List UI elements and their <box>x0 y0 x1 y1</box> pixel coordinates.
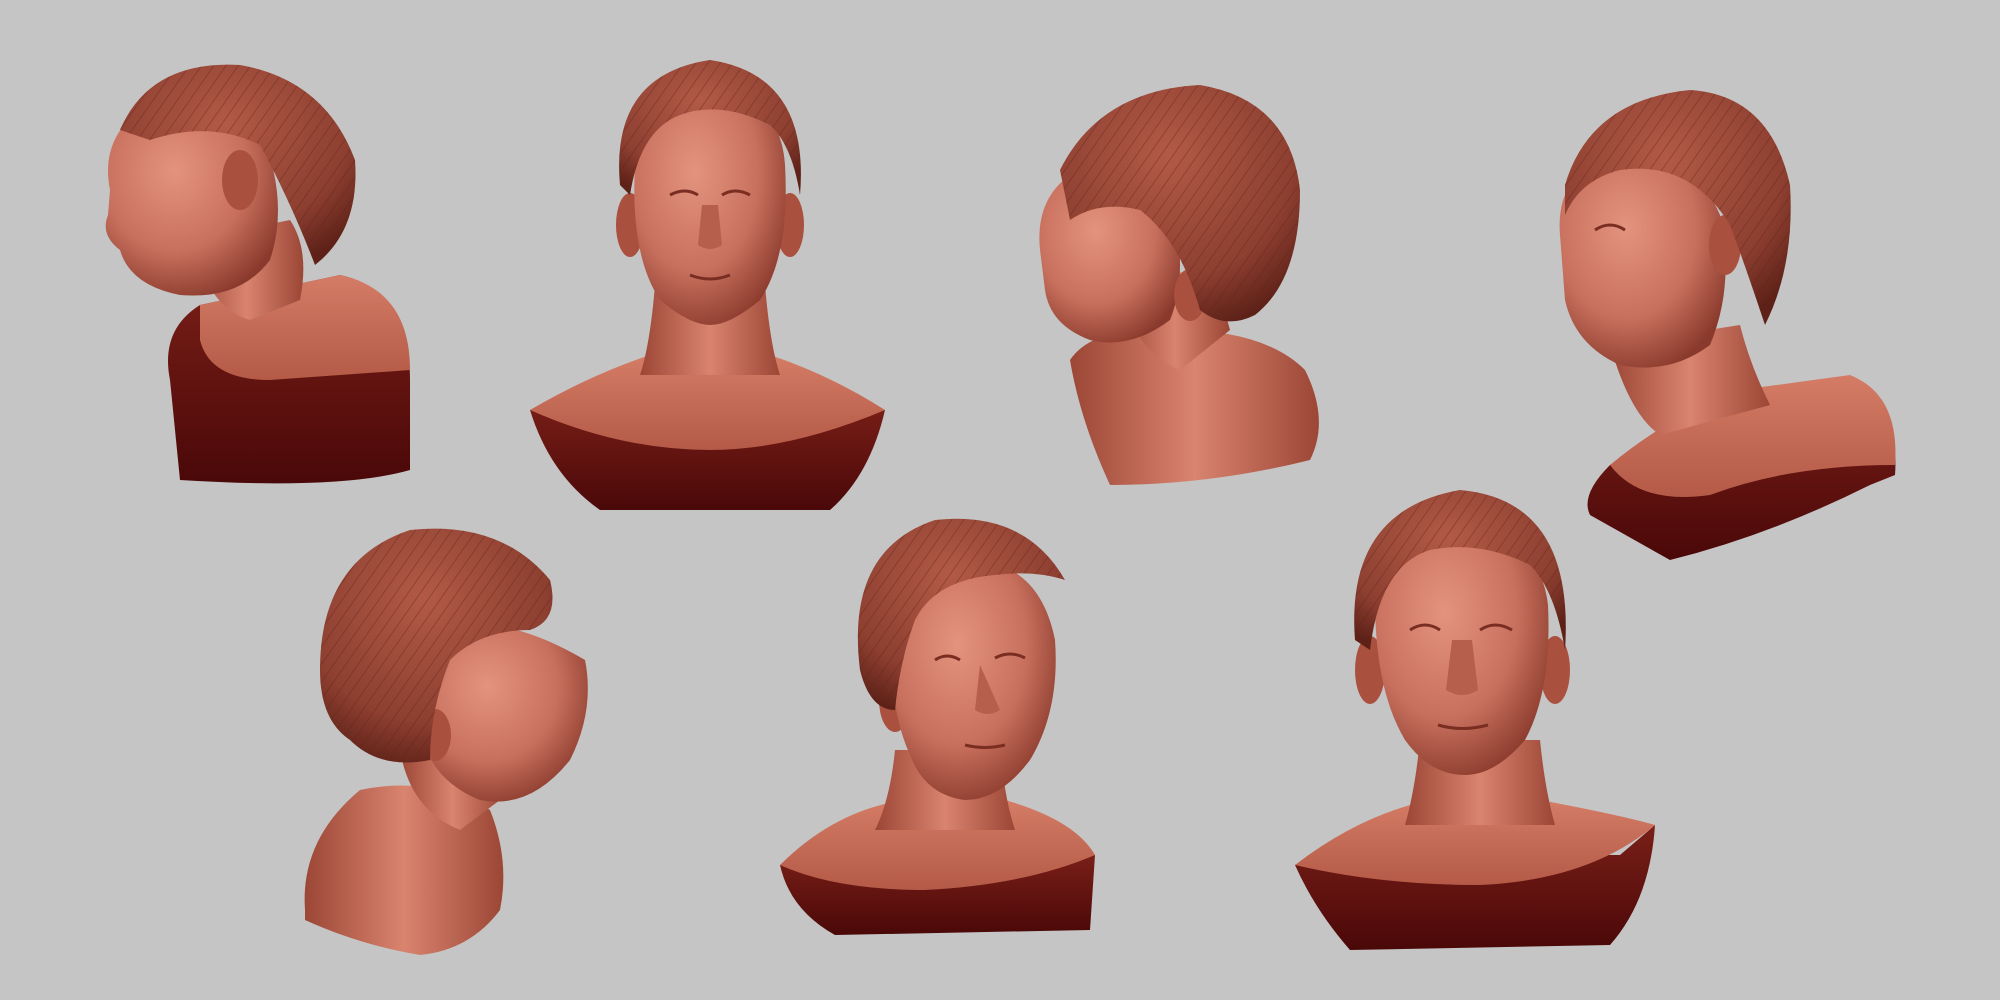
bust-left-profile <box>90 50 430 490</box>
bust-back-three-quarter-right <box>300 520 600 960</box>
bust-back-three-quarter-left <box>1030 80 1350 500</box>
nose <box>698 205 722 249</box>
sculpt-viewport <box>0 0 2000 1000</box>
bust-front-up <box>530 55 890 515</box>
bust-three-quarter-right <box>775 510 1105 950</box>
bust-front <box>1290 480 1670 960</box>
ear <box>222 150 258 210</box>
